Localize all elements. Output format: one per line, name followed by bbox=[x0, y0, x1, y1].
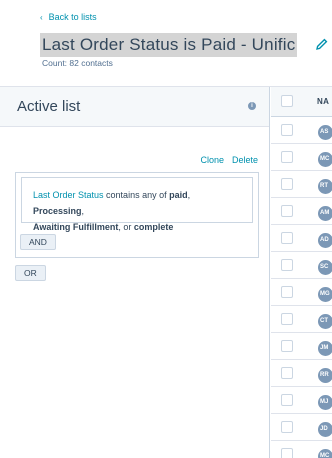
avatar: MC bbox=[318, 449, 332, 458]
row-checkbox[interactable] bbox=[281, 205, 293, 217]
filter-separator: , bbox=[187, 190, 191, 200]
table-row[interactable]: AM bbox=[271, 198, 332, 225]
table-row[interactable]: RT bbox=[271, 171, 332, 198]
avatar: RR bbox=[318, 368, 332, 383]
table-row[interactable]: MG bbox=[271, 279, 332, 306]
and-button[interactable]: AND bbox=[20, 234, 56, 250]
row-checkbox[interactable] bbox=[281, 259, 293, 271]
table-row[interactable]: MC bbox=[271, 144, 332, 171]
filter-operator: contains any of bbox=[103, 190, 170, 200]
table-row[interactable]: JM bbox=[271, 333, 332, 360]
avatar: AM bbox=[318, 206, 332, 221]
panel-header: Active list i bbox=[0, 87, 269, 127]
contact-count: Count: 82 contacts bbox=[42, 58, 113, 68]
table-row[interactable]: MJ bbox=[271, 387, 332, 414]
row-checkbox[interactable] bbox=[281, 367, 293, 379]
table-row[interactable]: CT bbox=[271, 306, 332, 333]
filter-property[interactable]: Last Order Status bbox=[33, 190, 104, 200]
avatar: MG bbox=[318, 287, 332, 302]
avatar: JM bbox=[318, 341, 332, 356]
avatar: CT bbox=[318, 314, 332, 329]
table-row[interactable]: JD bbox=[271, 414, 332, 441]
table-row[interactable]: AD bbox=[271, 225, 332, 252]
filter-value: Awaiting Fulfillment bbox=[33, 222, 119, 232]
info-icon[interactable]: i bbox=[248, 102, 256, 110]
row-checkbox[interactable] bbox=[281, 421, 293, 433]
filter-value: Processing bbox=[33, 206, 82, 216]
avatar: JD bbox=[318, 422, 332, 437]
avatar: AS bbox=[318, 125, 332, 140]
table-row[interactable]: MC bbox=[271, 441, 332, 458]
page-title[interactable]: Last Order Status is Paid - Unific bbox=[40, 33, 298, 57]
table-header: NA bbox=[271, 87, 332, 117]
back-to-lists-link[interactable]: ‹ Back to lists bbox=[40, 12, 97, 22]
avatar: MC bbox=[318, 152, 332, 167]
back-link-label: Back to lists bbox=[48, 12, 97, 22]
table-row[interactable]: AS bbox=[271, 117, 332, 144]
filter-value: complete bbox=[133, 222, 174, 232]
list-title-field[interactable]: Last Order Status is Paid - Unific bbox=[40, 33, 310, 57]
filter-panel: Active list i Clone Delete Last Order St… bbox=[0, 87, 270, 458]
select-all-checkbox[interactable] bbox=[281, 95, 293, 107]
row-checkbox[interactable] bbox=[281, 178, 293, 190]
avatar: AD bbox=[318, 233, 332, 248]
contacts-table: NA AS MC RT AM AD SC MG CT JM RR MJ JD MC bbox=[271, 87, 332, 458]
panel-title: Active list bbox=[17, 98, 81, 115]
row-checkbox[interactable] bbox=[281, 394, 293, 406]
row-checkbox[interactable] bbox=[281, 151, 293, 163]
table-row[interactable]: RR bbox=[271, 360, 332, 387]
name-column-header[interactable]: NA bbox=[317, 97, 329, 106]
filter-separator: , or bbox=[118, 222, 134, 232]
table-row[interactable]: SC bbox=[271, 252, 332, 279]
row-checkbox[interactable] bbox=[281, 286, 293, 298]
delete-button[interactable]: Delete bbox=[232, 155, 258, 165]
row-checkbox[interactable] bbox=[281, 232, 293, 244]
row-checkbox[interactable] bbox=[281, 340, 293, 352]
row-checkbox[interactable] bbox=[281, 448, 293, 458]
filter-card[interactable]: Last Order Status contains any of paid , … bbox=[21, 177, 253, 232]
page-header: ‹ Back to lists Last Order Status is Pai… bbox=[0, 0, 332, 86]
filter-value: paid bbox=[169, 190, 188, 200]
or-button[interactable]: OR bbox=[15, 265, 46, 281]
filter-actions: Clone Delete bbox=[200, 155, 258, 165]
avatar: MJ bbox=[318, 395, 332, 410]
pencil-icon[interactable] bbox=[316, 38, 330, 52]
chevron-left-icon: ‹ bbox=[40, 12, 43, 22]
avatar: RT bbox=[318, 179, 332, 194]
avatar: SC bbox=[318, 260, 332, 275]
filter-separator: , bbox=[81, 206, 85, 216]
clone-button[interactable]: Clone bbox=[200, 155, 224, 165]
row-checkbox[interactable] bbox=[281, 124, 293, 136]
row-checkbox[interactable] bbox=[281, 313, 293, 325]
